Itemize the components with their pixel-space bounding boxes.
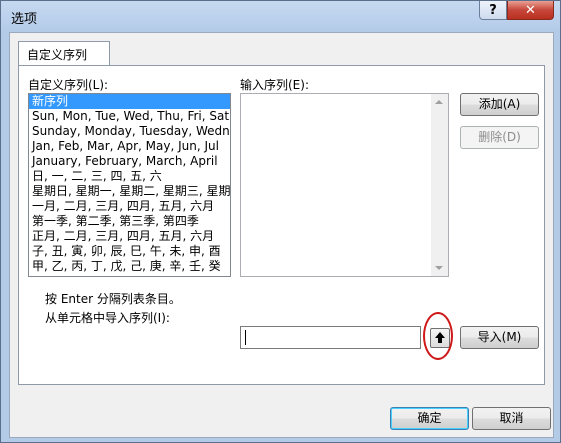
import-from-cells-label: 从单元格中导入序列(I): <box>45 311 170 325</box>
title-bar: 选项 ? ✕ <box>1 1 560 31</box>
list-item[interactable]: Sunday, Monday, Tuesday, Wednesday <box>29 124 230 139</box>
enter-hint: 按 Enter 分隔列表条目。 <box>45 292 181 306</box>
tab-custom-lists[interactable]: 自定义序列 <box>18 41 110 66</box>
list-item[interactable]: Jan, Feb, Mar, Apr, May, Jun, Jul <box>29 139 230 154</box>
add-button[interactable]: 添加(A) <box>460 93 539 116</box>
scroll-up-icon[interactable] <box>435 100 443 104</box>
close-button[interactable]: ✕ <box>507 1 554 20</box>
scroll-down-icon[interactable] <box>435 266 443 270</box>
options-dialog: 选项 ? ✕ 自定义序列 自定义序列(L): 输入序列(E): 新序列 Sun,… <box>0 0 561 443</box>
text-caret <box>245 330 246 345</box>
list-item[interactable]: January, February, March, April <box>29 154 230 169</box>
list-item[interactable]: 甲, 乙, 丙, 丁, 戊, 己, 庚, 辛, 壬, 癸 <box>29 259 230 274</box>
list-item[interactable]: Sun, Mon, Tue, Wed, Thu, Fri, Sat <box>29 109 230 124</box>
list-item[interactable]: 星期日, 星期一, 星期二, 星期三, 星期四 <box>29 184 230 199</box>
help-button[interactable]: ? <box>479 1 507 20</box>
list-item[interactable]: 新序列 <box>29 94 230 109</box>
list-item[interactable]: 日, 一, 二, 三, 四, 五, 六 <box>29 169 230 184</box>
vertical-scrollbar[interactable] <box>431 94 448 276</box>
import-range-input[interactable] <box>240 326 421 349</box>
window-title: 选项 <box>11 12 38 27</box>
dialog-body: 自定义序列 自定义序列(L): 输入序列(E): 新序列 Sun, Mon, T… <box>9 32 554 438</box>
custom-lists-label: 自定义序列(L): <box>28 78 109 92</box>
ok-button[interactable]: 确定 <box>390 407 469 430</box>
list-item[interactable]: 正月, 二月, 三月, 四月, 五月, 六月 <box>29 229 230 244</box>
list-item[interactable]: 子, 丑, 寅, 卯, 辰, 巳, 午, 未, 申, 酉 <box>29 244 230 259</box>
list-entries-label: 输入序列(E): <box>240 78 309 92</box>
import-button[interactable]: 导入(M) <box>460 326 539 349</box>
delete-button[interactable]: 删除(D) <box>460 126 539 149</box>
list-item[interactable]: 第一季, 第二季, 第三季, 第四季 <box>29 214 230 229</box>
list-item[interactable]: 一月, 二月, 三月, 四月, 五月, 六月 <box>29 199 230 214</box>
cancel-button[interactable]: 取消 <box>472 407 551 430</box>
highlight-circle <box>423 312 453 360</box>
custom-lists-panel: 自定义序列(L): 输入序列(E): 新序列 Sun, Mon, Tue, We… <box>18 65 545 385</box>
custom-lists-listbox[interactable]: 新序列 Sun, Mon, Tue, Wed, Thu, Fri, Sat Su… <box>28 93 231 277</box>
list-entries-textarea[interactable] <box>240 93 449 277</box>
